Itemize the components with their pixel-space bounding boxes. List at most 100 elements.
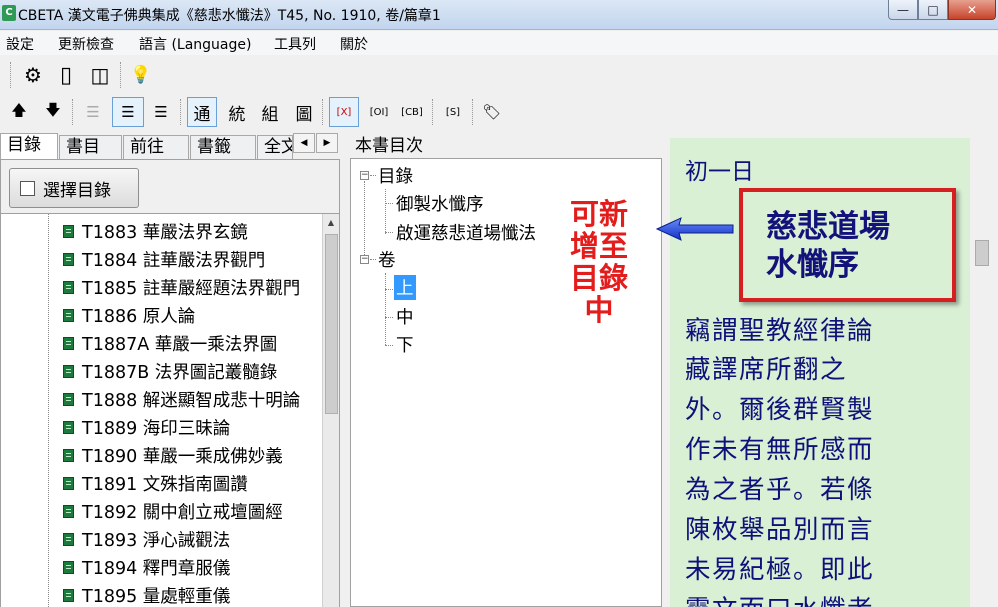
list-item[interactable]: T1886 原人論 [63, 302, 321, 328]
list-item-label: T1890 華嚴一乘成佛妙義 [82, 446, 283, 467]
toc-node-mulu[interactable]: 目錄 [378, 163, 413, 188]
catalog-list[interactable]: T1883 華嚴法界玄鏡 T1884 註華嚴法界觀門 T1885 註華嚴經題法界… [1, 213, 339, 607]
tree-connector [364, 181, 365, 255]
horizontal-text-icon[interactable]: ☰ [112, 97, 144, 127]
text-line: 藏譯席所翻之 [685, 355, 848, 385]
scroll-up-icon[interactable]: ▲ [323, 214, 339, 231]
catalog-pane: 選擇目錄 T1883 華嚴法界玄鏡 T1884 註華嚴法界觀門 T1885 註華… [0, 159, 340, 607]
list-item[interactable]: T1890 華嚴一乘成佛妙義 [63, 442, 321, 468]
toolbar-separator [72, 99, 74, 125]
text-columns-icon[interactable]: ☰ [148, 99, 174, 125]
list-item[interactable]: T1891 文殊指南圖讚 [63, 470, 321, 496]
tree-connector [385, 317, 393, 318]
select-catalog-button[interactable]: 選擇目錄 [9, 168, 139, 208]
book-icon [63, 448, 74, 462]
toolbar-bottom: 🡅 🡇 ☰ ☰ ☰ 通 統 組 圖 [X] [OI] [CB] [S] 🏷 [0, 94, 998, 130]
list-item[interactable]: T1894 釋門章服儀 [63, 554, 321, 580]
menu-language[interactable]: 語言 (Language) [139, 34, 251, 54]
day-heading: 初一日 [685, 159, 754, 185]
annotation-line: 可新 [569, 197, 628, 231]
lightbulb-icon[interactable]: 💡 [128, 62, 154, 88]
tab-shumu[interactable]: 書目 [59, 135, 122, 159]
toolbar-separator [322, 99, 324, 125]
tree-connector [385, 345, 393, 346]
tree-connector [370, 175, 376, 176]
text-line: 竊謂聖教經律論 [685, 316, 875, 346]
select-catalog-label: 選擇目錄 [43, 180, 111, 201]
reading-scrollbar[interactable] [970, 138, 998, 607]
list-item[interactable]: T1888 解迷顯智成悲十明論 [63, 386, 321, 412]
book-icon [63, 336, 74, 350]
list-item-label: T1885 註華嚴經題法界觀門 [82, 278, 301, 299]
text-line: 作未有無所感而 [685, 435, 875, 465]
double-pane-icon[interactable]: ◫ [87, 62, 113, 88]
preface-title-line: 水懺序 [766, 247, 859, 283]
tag-add-icon[interactable]: 🏷 [479, 99, 505, 125]
tab-scroll-right-icon[interactable]: ▶ [316, 133, 338, 153]
menu-update-check[interactable]: 更新檢查 [58, 34, 114, 54]
menu-about[interactable]: 關於 [340, 34, 368, 54]
tab-scroll-left-icon[interactable]: ◀ [293, 133, 315, 153]
zu-button[interactable]: 組 [257, 99, 283, 125]
cb-button[interactable]: [CB] [398, 99, 426, 125]
list-item[interactable]: T1893 淨心誡觀法 [63, 526, 321, 552]
tab-mulu[interactable]: 目錄 [0, 133, 58, 159]
menu-settings[interactable]: 設定 [6, 34, 34, 54]
tab-quanwen[interactable]: 全文 [257, 135, 293, 159]
tong-button[interactable]: 通 [187, 97, 217, 127]
menu-toolbar[interactable]: 工具列 [274, 34, 316, 54]
vertical-text-icon[interactable]: ☰ [80, 99, 106, 125]
tong2-button[interactable]: 統 [224, 99, 250, 125]
list-item[interactable]: T1887A 華嚴一乘法界圖 [63, 330, 321, 356]
oi-button[interactable]: [OI] [366, 99, 392, 125]
toolbar-separator [180, 99, 182, 125]
list-item-label: T1895 量處輕重儀 [82, 586, 231, 607]
arrow-down-icon[interactable]: 🡇 [40, 99, 66, 125]
list-item[interactable]: T1885 註華嚴經題法界觀門 [63, 274, 321, 300]
list-item[interactable]: T1883 華嚴法界玄鏡 [63, 218, 321, 244]
list-item[interactable]: T1884 註華嚴法界觀門 [63, 246, 321, 272]
collapse-toggle-icon[interactable]: − [360, 255, 369, 264]
list-item[interactable]: T1895 量處輕重儀 [63, 582, 321, 607]
toolbar-separator [120, 62, 122, 88]
single-pane-icon[interactable]: ▯ [53, 62, 79, 88]
title-bar: C CBETA 漢文電子佛典集成《慈悲水懺法》T45, No. 1910, 卷/… [0, 0, 998, 30]
tree-connector [370, 259, 376, 260]
toc-node-juan[interactable]: 卷 [378, 247, 396, 272]
gear-icon[interactable]: ⚙ [20, 62, 46, 88]
text-line: 未易紀極。即此 [685, 555, 875, 585]
pointer-arrow-icon [655, 217, 734, 241]
toc-node-juan-zhong[interactable]: 中 [396, 304, 414, 329]
maximize-button[interactable]: □ [918, 0, 948, 20]
tree-connector [385, 203, 393, 204]
toolbar-top: ⚙ ▯ ◫ 💡 [0, 56, 998, 94]
book-icon [63, 588, 74, 602]
arrow-up-icon[interactable]: 🡅 [6, 99, 32, 125]
toc-node-qiyun[interactable]: 啟運慈悲道場懺法 [396, 220, 536, 245]
tree-connector [385, 232, 393, 233]
catalog-scrollbar[interactable]: ▲ [322, 214, 339, 607]
collapse-toggle-icon[interactable]: − [360, 171, 369, 180]
tab-shuqian[interactable]: 書籤 [190, 135, 256, 159]
book-icon [63, 476, 74, 490]
close-button[interactable]: ✕ [948, 0, 996, 20]
s-button[interactable]: [S] [440, 99, 466, 125]
tu-button[interactable]: 圖 [291, 99, 317, 125]
list-item[interactable]: T1892 關中創立戒壇圖經 [63, 498, 321, 524]
scroll-thumb[interactable] [325, 234, 338, 414]
list-item[interactable]: T1889 海印三昧論 [63, 414, 321, 440]
scroll-thumb[interactable] [975, 240, 989, 266]
checkbox-icon [20, 180, 35, 196]
list-item-label: T1892 關中創立戒壇圖經 [82, 502, 283, 523]
toc-node-juan-shang[interactable]: 上 [394, 275, 416, 300]
window-controls: — □ ✕ [888, 0, 996, 20]
annotation-line: 中 [584, 293, 614, 327]
toc-node-juan-xia[interactable]: 下 [396, 332, 414, 357]
list-item-label: T1887B 法界圖記叢髓錄 [82, 362, 278, 383]
tab-qianwang[interactable]: 前往 [123, 135, 189, 159]
minimize-button[interactable]: — [888, 0, 918, 20]
toc-node-preface[interactable]: 御製水懺序 [396, 191, 484, 216]
list-item[interactable]: T1887B 法界圖記叢髓錄 [63, 358, 321, 384]
annotation-line: 目錄 [569, 261, 628, 295]
x-mark-icon[interactable]: [X] [329, 97, 359, 127]
